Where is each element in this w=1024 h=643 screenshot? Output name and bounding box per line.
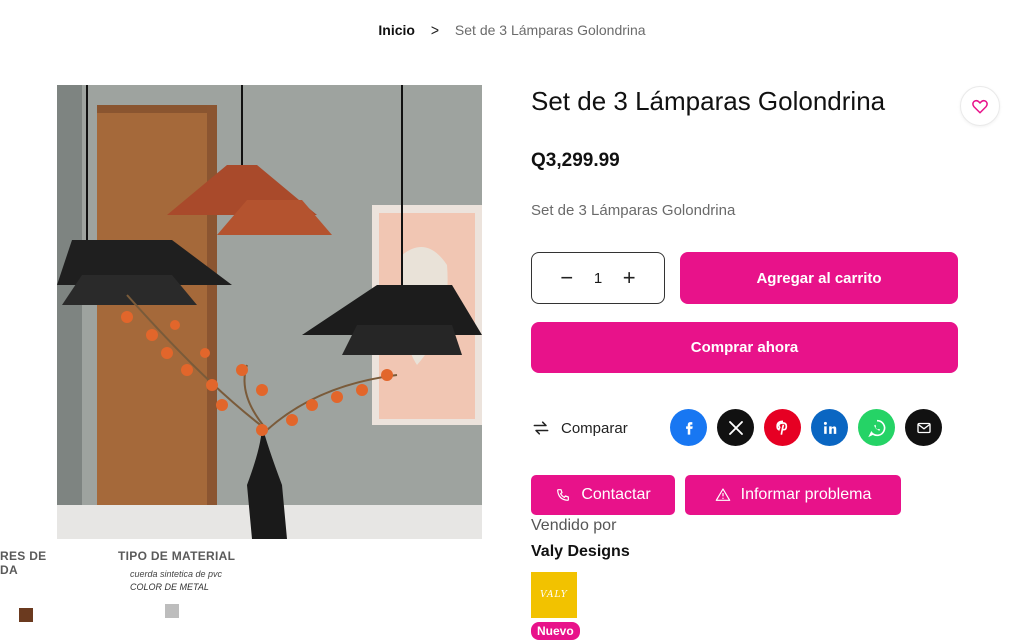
breadcrumb-current: Set de 3 Lámparas Golondrina [454,22,646,38]
vendor-logo-text: VALY [540,590,568,600]
quantity-value[interactable]: 1 [594,270,602,287]
product-short-description: Set de 3 Lámparas Golondrina [531,202,736,219]
spec-left-heading-2: DA [0,563,18,577]
contact-button[interactable]: Contactar [531,475,675,515]
vendor-name[interactable]: Valy Designs [531,543,630,561]
warning-icon [715,488,730,501]
facebook-icon[interactable] [670,409,707,446]
spec-right-heading: TIPO DE MATERIAL [118,549,236,563]
buy-now-button[interactable]: Comprar ahora [531,322,958,373]
plus-icon[interactable]: + [620,267,638,289]
quantity-stepper[interactable]: − 1 + [531,252,665,304]
wishlist-button[interactable] [960,86,1000,126]
product-title: Set de 3 Lámparas Golondrina [531,86,886,116]
report-problem-button[interactable]: Informar problema [685,475,901,515]
spec-left-heading-1: RES DE [0,549,47,563]
compare-arrows-icon [533,421,549,435]
heart-icon [972,99,988,114]
contact-label: Contactar [581,486,651,503]
vendor-logo[interactable]: VALY [531,572,577,618]
product-price: Q3,299.99 [531,150,620,171]
linkedin-icon[interactable] [811,409,848,446]
spec-right: TIPO DE MATERIAL cuerda sintetica de pvc… [118,549,278,592]
sold-by-label: Vendido por [531,517,617,534]
product-image[interactable] [57,85,482,539]
spec-metal-color-label: COLOR DE METAL [130,582,209,592]
compare-label: Comparar [561,419,628,437]
add-to-cart-button[interactable]: Agregar al carrito [680,252,958,304]
breadcrumb-home[interactable]: Inicio [378,22,415,38]
breadcrumb: Inicio > Set de 3 Lámparas Golondrina [0,21,1024,39]
email-icon[interactable] [905,409,942,446]
color-swatch-left[interactable] [19,608,33,622]
color-swatch-right[interactable] [165,604,179,618]
chevron-right-icon: > [430,21,440,39]
spec-left: RES DE DA [0,549,60,577]
phone-icon [557,489,570,501]
x-icon[interactable] [717,409,754,446]
pinterest-icon[interactable] [764,409,801,446]
new-badge: Nuevo [531,622,580,640]
compare-button[interactable]: Comparar [531,418,628,438]
minus-icon[interactable]: − [558,267,576,289]
whatsapp-icon[interactable] [858,409,895,446]
spec-material: cuerda sintetica de pvc [130,569,223,579]
report-label: Informar problema [740,486,872,503]
